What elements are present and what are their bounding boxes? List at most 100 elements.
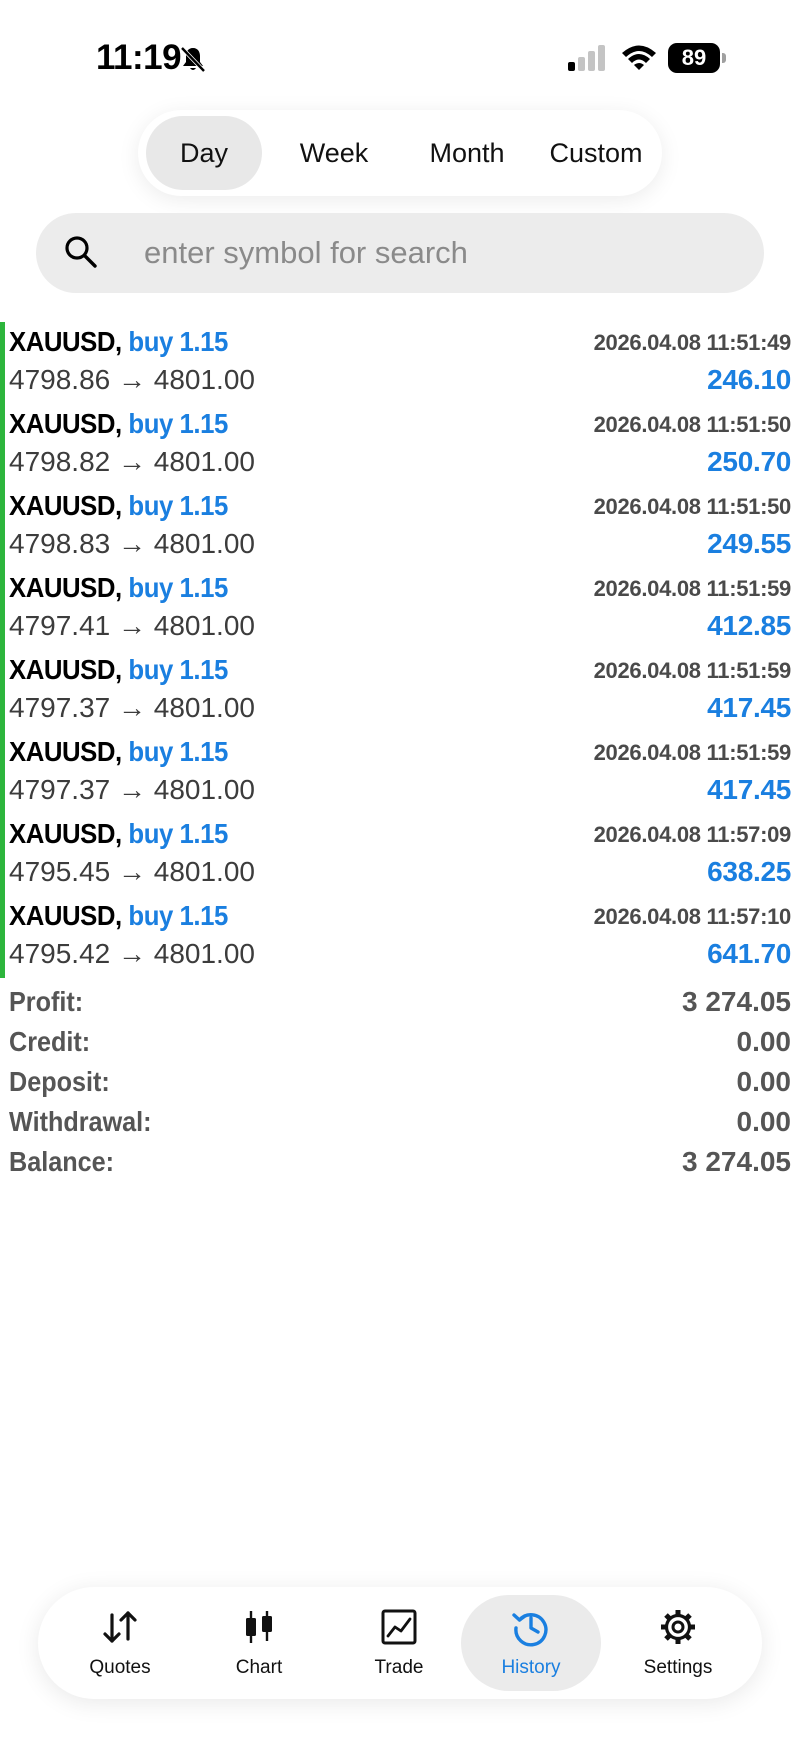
trade-profit: 249.55 xyxy=(707,528,791,559)
search-input[interactable] xyxy=(108,213,728,293)
tab-day[interactable]: Day xyxy=(146,116,262,190)
summary-row-deposit: Deposit: 0.00 xyxy=(0,1066,800,1106)
trade-symbol: XAUUSD, buy 1.15 xyxy=(9,736,228,768)
trade-row[interactable]: XAUUSD, buy 1.15 4798.86 → 4801.00 2026.… xyxy=(0,322,800,404)
summary-label: Deposit: xyxy=(9,1066,110,1097)
summary-label: Withdrawal: xyxy=(9,1106,152,1137)
trade-list: XAUUSD, buy 1.15 4798.86 → 4801.00 2026.… xyxy=(0,322,800,978)
battery-tip xyxy=(722,53,726,63)
buy-indicator-bar xyxy=(0,486,5,568)
summary-value: 0.00 xyxy=(736,1026,792,1057)
trade-prices: 4797.37 → 4801.00 xyxy=(9,692,255,723)
battery-level: 89 xyxy=(668,43,720,73)
tab-history[interactable]: History xyxy=(461,1595,601,1691)
trade-prices: 4795.45 → 4801.00 xyxy=(9,856,255,887)
history-icon xyxy=(512,1613,548,1647)
trade-row[interactable]: XAUUSD, buy 1.15 4798.83 → 4801.00 2026.… xyxy=(0,486,800,568)
trade-prices: 4798.82 → 4801.00 xyxy=(9,446,255,477)
trade-profit: 246.10 xyxy=(707,364,791,395)
summary-value: 3 274.05 xyxy=(682,1146,791,1177)
trade-chart-icon xyxy=(381,1609,417,1645)
symbol-text: XAUUSD, xyxy=(9,326,122,357)
trade-prices: 4795.42 → 4801.00 xyxy=(9,938,255,969)
tab-label: Settings xyxy=(643,1657,713,1678)
trade-side: buy 1.15 xyxy=(128,818,228,849)
buy-indicator-bar xyxy=(0,404,5,486)
summary-value: 0.00 xyxy=(736,1066,792,1097)
trade-symbol: XAUUSD, buy 1.15 xyxy=(9,408,228,440)
buy-indicator-bar xyxy=(0,732,5,814)
symbol-text: XAUUSD, xyxy=(9,736,122,767)
symbol-text: XAUUSD, xyxy=(9,900,122,931)
bottom-tab-bar: Quotes Chart Trade History Settings xyxy=(38,1587,762,1699)
buy-indicator-bar xyxy=(0,896,5,978)
sort-arrows-icon xyxy=(103,1611,137,1643)
summary-value: 0.00 xyxy=(736,1106,792,1137)
wifi-icon xyxy=(622,45,656,70)
tab-chart[interactable]: Chart xyxy=(189,1595,329,1691)
trade-side: buy 1.15 xyxy=(128,572,228,603)
tab-settings[interactable]: Settings xyxy=(608,1595,748,1691)
trade-symbol: XAUUSD, buy 1.15 xyxy=(9,900,228,932)
trade-profit: 417.45 xyxy=(707,774,791,805)
summary-label: Profit: xyxy=(9,986,84,1017)
tab-quotes[interactable]: Quotes xyxy=(50,1595,190,1691)
buy-indicator-bar xyxy=(0,568,5,650)
trade-row[interactable]: XAUUSD, buy 1.15 4797.37 → 4801.00 2026.… xyxy=(0,732,800,814)
tab-week[interactable]: Week xyxy=(272,116,396,190)
symbol-text: XAUUSD, xyxy=(9,572,122,603)
trade-symbol: XAUUSD, buy 1.15 xyxy=(9,654,228,686)
tab-label: History xyxy=(501,1657,561,1678)
battery-indicator: 89 xyxy=(668,43,726,73)
trade-profit: 417.45 xyxy=(707,692,791,723)
tab-month[interactable]: Month xyxy=(400,116,534,190)
trade-prices: 4798.83 → 4801.00 xyxy=(9,528,255,559)
trade-symbol: XAUUSD, buy 1.15 xyxy=(9,572,228,604)
search-icon xyxy=(65,236,97,268)
account-summary: Profit: 3 274.05 Credit: 0.00 Deposit: 0… xyxy=(0,986,800,1186)
buy-indicator-bar xyxy=(0,650,5,732)
cellular-signal-icon xyxy=(568,45,605,71)
trade-profit: 641.70 xyxy=(707,938,791,969)
trade-row[interactable]: XAUUSD, buy 1.15 4797.37 → 4801.00 2026.… xyxy=(0,650,800,732)
trade-profit: 250.70 xyxy=(707,446,791,477)
tab-label: Quotes xyxy=(89,1657,151,1678)
trade-time: 2026.04.08 11:51:59 xyxy=(593,658,792,683)
trade-row[interactable]: XAUUSD, buy 1.15 4798.82 → 4801.00 2026.… xyxy=(0,404,800,486)
status-bar: 11:19 89 xyxy=(0,0,800,110)
trade-side: buy 1.15 xyxy=(128,736,228,767)
trade-row[interactable]: XAUUSD, buy 1.15 4797.41 → 4801.00 2026.… xyxy=(0,568,800,650)
trade-time: 2026.04.08 11:51:59 xyxy=(593,740,792,765)
trade-side: buy 1.15 xyxy=(128,490,228,521)
trade-prices: 4797.37 → 4801.00 xyxy=(9,774,255,805)
trade-side: buy 1.15 xyxy=(128,408,228,439)
search-bar xyxy=(36,213,764,293)
trade-row[interactable]: XAUUSD, buy 1.15 4795.45 → 4801.00 2026.… xyxy=(0,814,800,896)
trade-profit: 412.85 xyxy=(707,610,791,641)
summary-value: 3 274.05 xyxy=(682,986,791,1017)
trade-time: 2026.04.08 11:51:50 xyxy=(593,412,792,437)
symbol-text: XAUUSD, xyxy=(9,654,122,685)
trade-side: buy 1.15 xyxy=(128,654,228,685)
trade-prices: 4798.86 → 4801.00 xyxy=(9,364,255,395)
summary-label: Credit: xyxy=(9,1026,91,1057)
trade-time: 2026.04.08 11:57:09 xyxy=(593,822,792,847)
trade-time: 2026.04.08 11:51:50 xyxy=(593,494,792,519)
period-segmented-control: Day Week Month Custom xyxy=(138,110,662,196)
buy-indicator-bar xyxy=(0,814,5,896)
trade-time: 2026.04.08 11:51:59 xyxy=(593,576,792,601)
summary-row-credit: Credit: 0.00 xyxy=(0,1026,800,1066)
buy-indicator-bar xyxy=(0,322,5,404)
trade-profit: 638.25 xyxy=(707,856,791,887)
summary-label: Balance: xyxy=(9,1146,115,1177)
tab-trade[interactable]: Trade xyxy=(329,1595,469,1691)
trade-row[interactable]: XAUUSD, buy 1.15 4795.42 → 4801.00 2026.… xyxy=(0,896,800,978)
status-time: 11:19 xyxy=(96,38,182,77)
trade-symbol: XAUUSD, buy 1.15 xyxy=(9,326,228,358)
summary-row-withdrawal: Withdrawal: 0.00 xyxy=(0,1106,800,1146)
gear-icon xyxy=(661,1610,695,1644)
symbol-text: XAUUSD, xyxy=(9,408,122,439)
tab-custom[interactable]: Custom xyxy=(534,116,658,190)
trade-time: 2026.04.08 11:51:49 xyxy=(593,330,792,355)
trade-side: buy 1.15 xyxy=(128,326,228,357)
